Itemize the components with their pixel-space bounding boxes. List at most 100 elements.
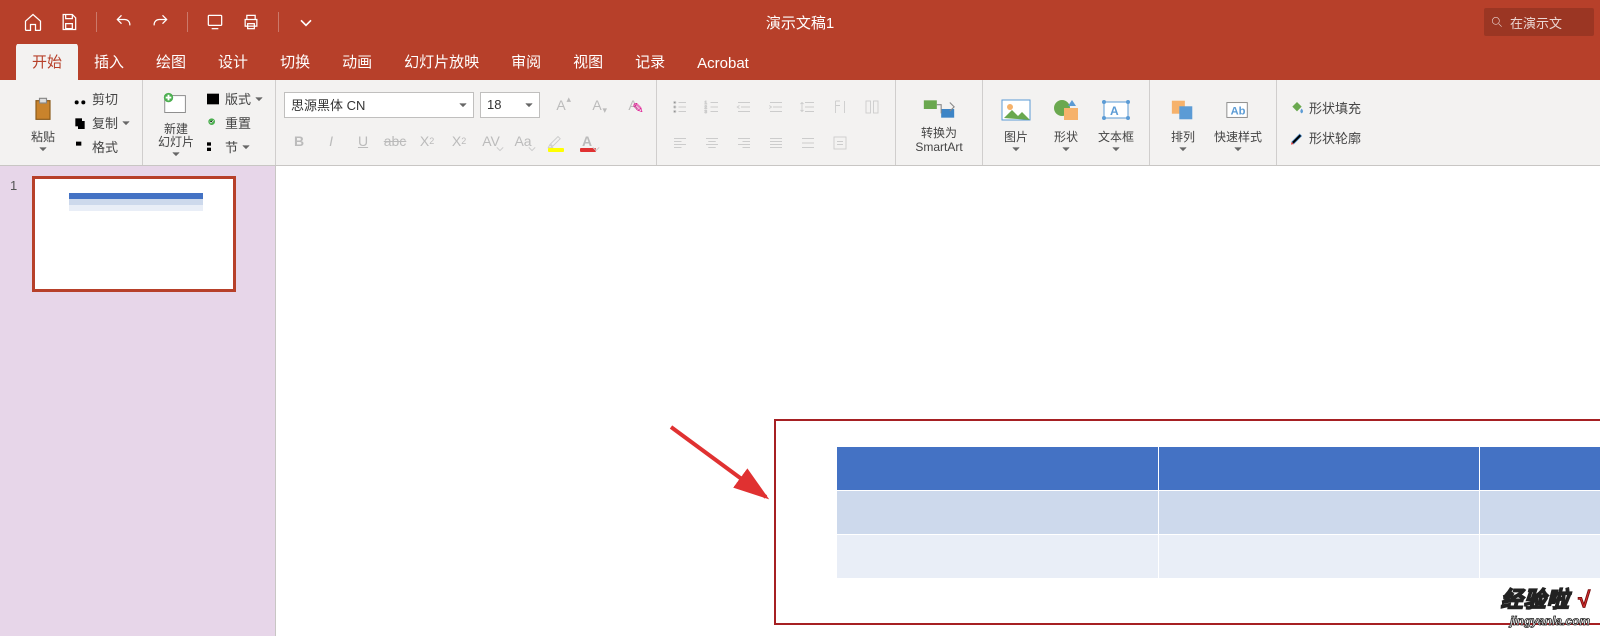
clear-format-button[interactable]: A✎ (618, 91, 648, 119)
group-arrange: 排列 Ab 快速样式 (1150, 80, 1277, 165)
section-button[interactable]: 节 (201, 136, 267, 158)
watermark: 经验啦 √ jingyanla.com (1501, 582, 1590, 628)
group-clipboard: 粘贴 剪切 复制 格式 (10, 80, 143, 165)
new-slide-label: 新建 幻灯片 (158, 123, 194, 149)
font-name-value: 思源黑体 CN (291, 95, 365, 114)
align-center-button[interactable] (697, 129, 727, 157)
align-right-button[interactable] (729, 129, 759, 157)
slide-thumbnail-panel[interactable]: 1 (0, 166, 276, 636)
chevron-down-icon (1179, 145, 1187, 153)
annotation-arrow-icon (666, 422, 786, 517)
save-icon[interactable] (56, 9, 82, 35)
increase-font-button[interactable]: A▴ (546, 91, 576, 119)
change-case-button[interactable]: Aa (508, 127, 538, 155)
tab-acrobat[interactable]: Acrobat (681, 47, 765, 80)
tab-transition[interactable]: 切换 (264, 43, 326, 80)
tab-draw[interactable]: 绘图 (140, 43, 202, 80)
tab-slideshow[interactable]: 幻灯片放映 (388, 43, 495, 80)
align-left-button[interactable] (665, 129, 695, 157)
table-row[interactable] (837, 491, 1600, 535)
align-text-button[interactable] (825, 129, 855, 157)
convert-smartart-button[interactable]: 转换为 SmartArt (904, 88, 974, 158)
decrease-font-button[interactable]: A▾ (582, 91, 612, 119)
bold-button[interactable]: B (284, 127, 314, 155)
text-direction-button[interactable] (825, 93, 855, 121)
columns-button[interactable] (857, 93, 887, 121)
tab-view[interactable]: 视图 (557, 43, 619, 80)
shape-fill-label: 形状填充 (1309, 98, 1361, 117)
shape-outline-button[interactable]: 形状轮廓 (1285, 127, 1365, 149)
decrease-indent-button[interactable] (729, 93, 759, 121)
chevron-down-icon (172, 150, 180, 158)
chevron-down-icon (496, 145, 504, 153)
redo-icon[interactable] (147, 9, 173, 35)
touch-mode-icon[interactable] (202, 9, 228, 35)
shape-fill-button[interactable]: 形状填充 (1285, 97, 1365, 119)
font-color-button[interactable]: A (572, 127, 602, 155)
separator (96, 12, 97, 32)
title-bar: 演示文稿1 在演示文 (0, 0, 1600, 44)
reset-button[interactable]: 重置 (201, 112, 267, 134)
search-input[interactable]: 在演示文 (1484, 8, 1594, 36)
cut-button[interactable]: 剪切 (68, 88, 134, 110)
format-painter-button[interactable]: 格式 (68, 136, 134, 158)
chevron-down-icon (1012, 145, 1020, 153)
home-icon[interactable] (20, 9, 46, 35)
table-row[interactable] (837, 447, 1600, 491)
increase-indent-button[interactable] (761, 93, 791, 121)
tab-insert[interactable]: 插入 (78, 43, 140, 80)
font-size-value: 18 (487, 97, 501, 112)
customize-qat-icon[interactable] (293, 9, 319, 35)
slide-thumbnail-1[interactable]: 1 (10, 176, 265, 292)
superscript-button[interactable]: X2 (412, 127, 442, 155)
editor-area: 1 经验啦 √ jingyanla.com (0, 166, 1600, 636)
group-shape-style: 形状填充 形状轮廓 (1277, 80, 1373, 165)
bullets-button[interactable] (665, 93, 695, 121)
section-label: 节 (225, 137, 238, 156)
subscript-button[interactable]: X2 (444, 127, 474, 155)
numbering-button[interactable]: 123 (697, 93, 727, 121)
picture-label: 图片 (1004, 128, 1028, 145)
font-size-select[interactable]: 18 (480, 92, 540, 118)
slide-thumbnail[interactable] (32, 176, 236, 292)
distribute-button[interactable] (793, 129, 823, 157)
line-spacing-button[interactable] (793, 93, 823, 121)
paste-button[interactable]: 粘贴 (18, 88, 68, 158)
underline-button[interactable]: U (348, 127, 378, 155)
font-name-select[interactable]: 思源黑体 CN (284, 92, 474, 118)
paste-label: 粘贴 (31, 128, 55, 145)
tab-design[interactable]: 设计 (202, 43, 264, 80)
table-row[interactable] (837, 535, 1600, 579)
slide-canvas[interactable]: 经验啦 √ jingyanla.com (276, 166, 1600, 636)
group-font: 思源黑体 CN 18 A▴ A▾ A✎ B I U abc X2 X2 AV A… (276, 80, 657, 165)
tab-home[interactable]: 开始 (16, 43, 78, 80)
chevron-down-icon (242, 143, 250, 151)
picture-button[interactable]: 图片 (991, 88, 1041, 158)
textbox-button[interactable]: A 文本框 (1091, 88, 1141, 158)
chevron-down-icon (592, 145, 600, 153)
new-slide-button[interactable]: 新建 幻灯片 (151, 88, 201, 158)
strikethrough-button[interactable]: abc (380, 127, 410, 155)
svg-text:Ab: Ab (1231, 106, 1246, 118)
print-icon[interactable] (238, 9, 264, 35)
tab-review[interactable]: 审阅 (495, 43, 557, 80)
tab-animation[interactable]: 动画 (326, 43, 388, 80)
shapes-button[interactable]: 形状 (1041, 88, 1091, 158)
quick-styles-button[interactable]: Ab 快速样式 (1208, 88, 1268, 158)
italic-button[interactable]: I (316, 127, 346, 155)
shapes-label: 形状 (1054, 128, 1078, 145)
svg-text:3: 3 (705, 109, 708, 114)
undo-icon[interactable] (111, 9, 137, 35)
tab-record[interactable]: 记录 (619, 43, 681, 80)
char-spacing-button[interactable]: AV (476, 127, 506, 155)
separator (187, 12, 188, 32)
justify-button[interactable] (761, 129, 791, 157)
chevron-down-icon (525, 101, 533, 109)
highlight-button[interactable] (540, 127, 570, 155)
layout-button[interactable]: 版式 (201, 88, 267, 110)
inserted-table[interactable] (836, 446, 1600, 579)
copy-button[interactable]: 复制 (68, 112, 134, 134)
chevron-down-icon (39, 145, 47, 153)
arrange-button[interactable]: 排列 (1158, 88, 1208, 158)
copy-label: 复制 (92, 113, 118, 132)
